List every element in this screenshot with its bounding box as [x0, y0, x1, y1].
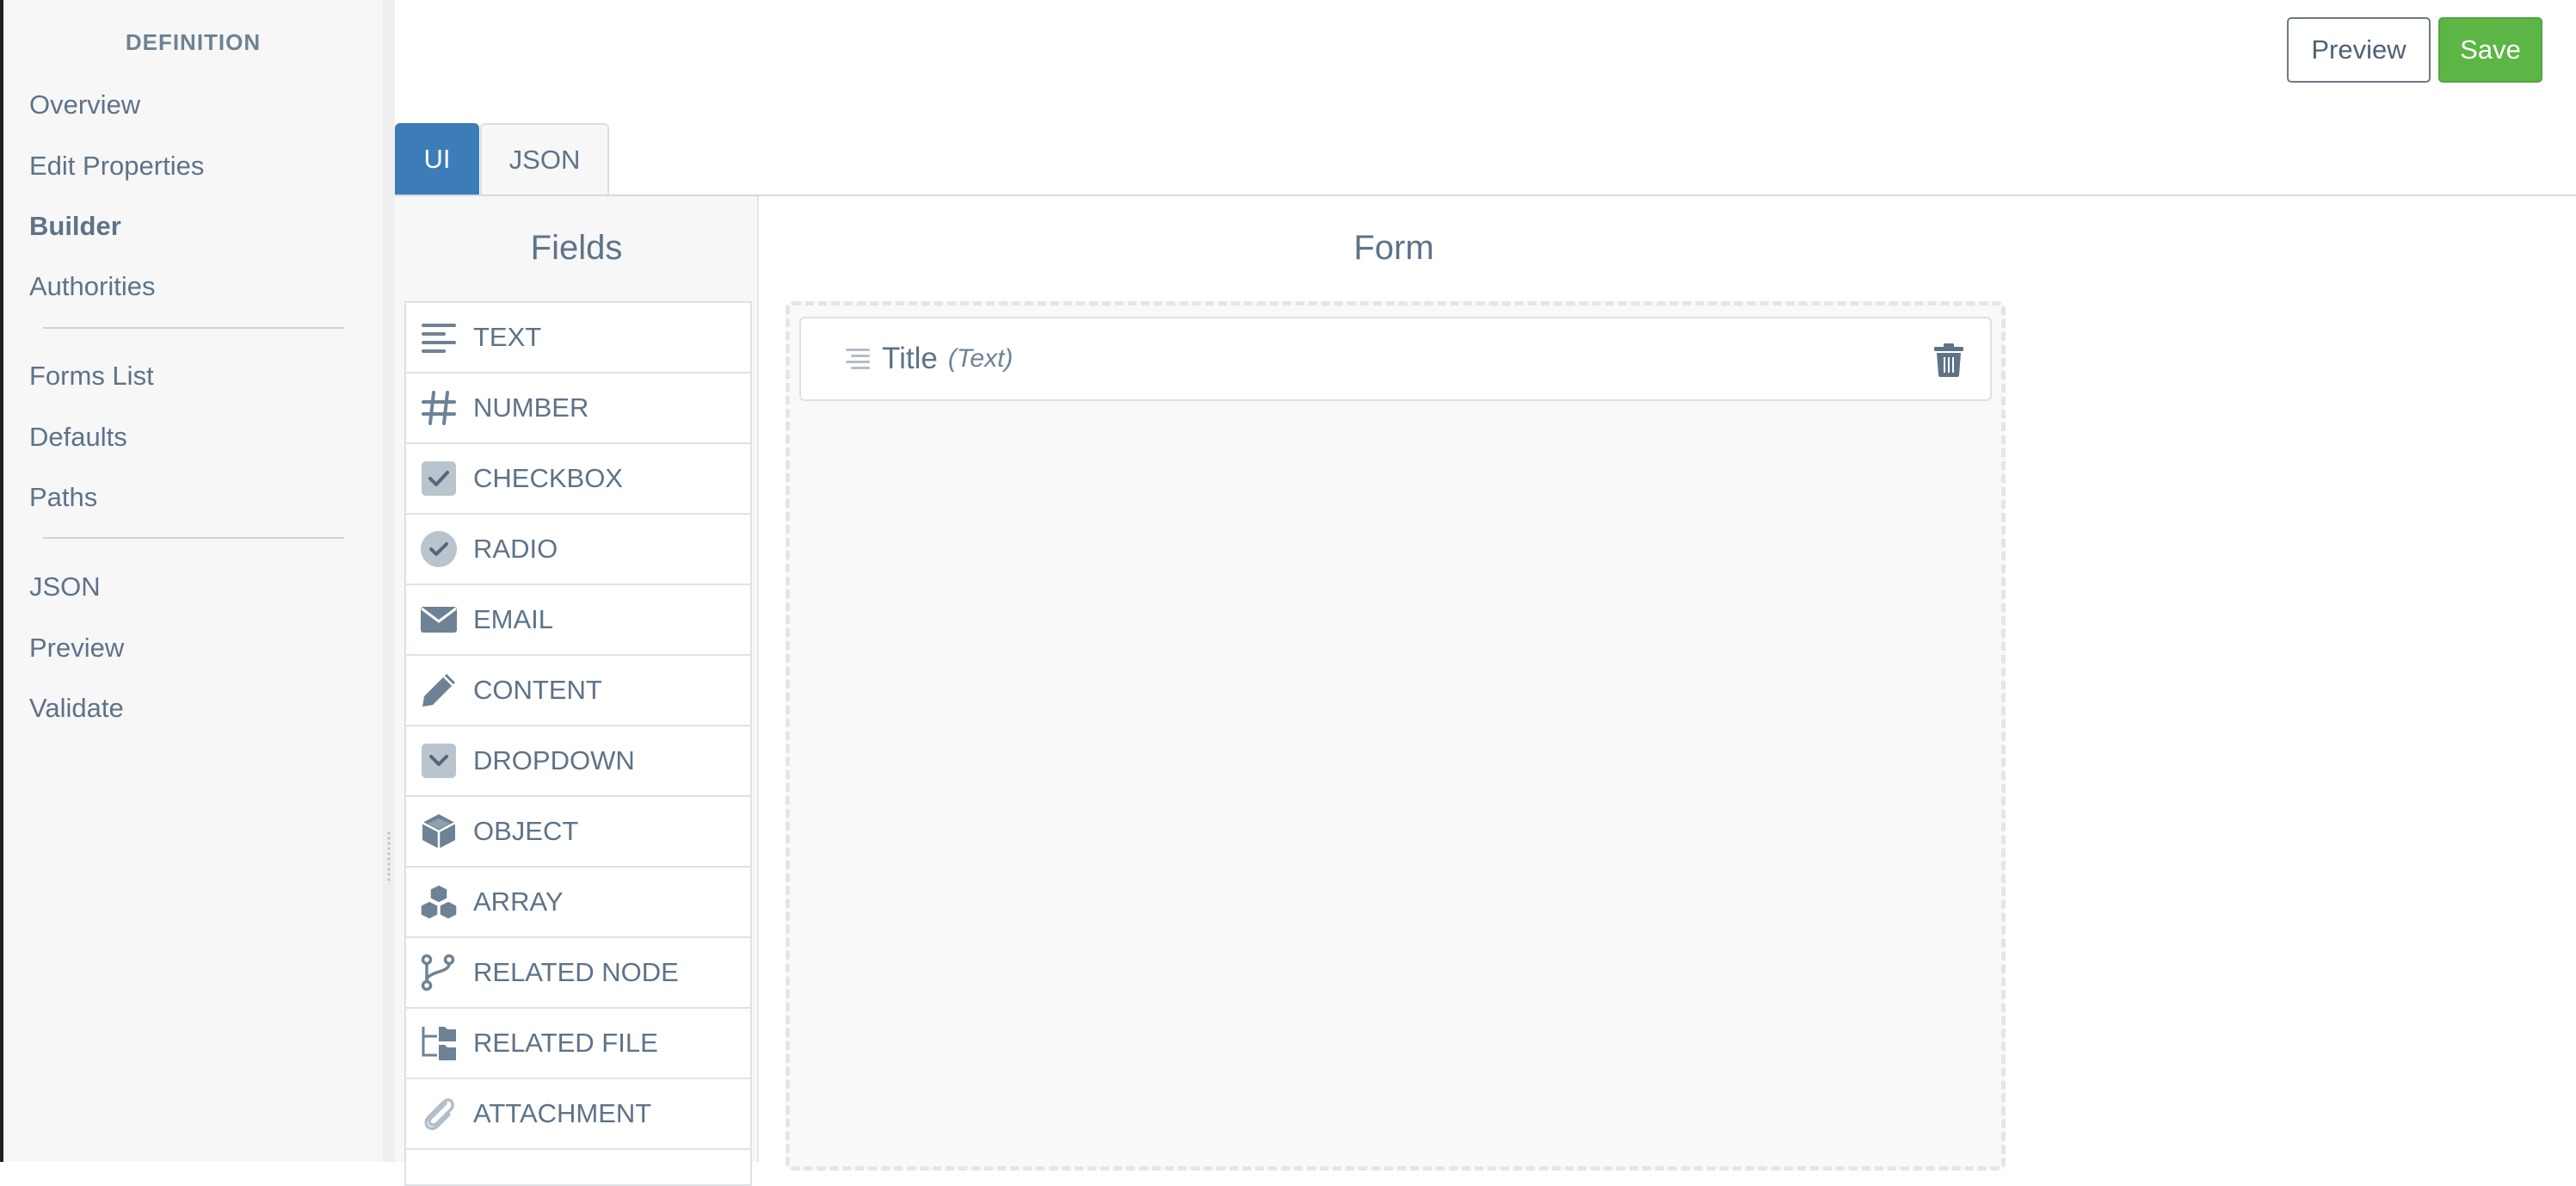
trash-icon[interactable] [1933, 343, 1964, 377]
field-type-email[interactable]: EMAIL [406, 585, 750, 656]
cube-icon [420, 812, 458, 850]
tab-json[interactable]: JSON [480, 123, 609, 195]
paperclip-icon [420, 1095, 458, 1133]
panel-divider [757, 196, 759, 1162]
branch-icon [420, 954, 458, 991]
tab-ui[interactable]: UI [395, 123, 479, 195]
field-type-radio[interactable]: RADIO [406, 515, 750, 585]
field-type-object[interactable]: OBJECT [406, 797, 750, 868]
sidebar-item-defaults[interactable]: Defaults [29, 422, 127, 453]
form-field-type: (Text) [947, 344, 1014, 373]
sidebar-item-validate[interactable]: Validate [29, 693, 124, 724]
pencil-icon [420, 671, 458, 709]
sidebar-item-authorities[interactable]: Authorities [29, 271, 155, 302]
sidebar-item-edit-properties[interactable]: Edit Properties [29, 151, 204, 182]
text-lines-icon [420, 318, 458, 356]
drag-handle-icon[interactable] [844, 345, 872, 373]
form-field-title: Title [882, 342, 938, 375]
field-type-label: CONTENT [473, 675, 602, 705]
sidebar-item-forms-list[interactable]: Forms List [29, 361, 154, 392]
sidebar-heading: DEFINITION [125, 29, 262, 55]
field-type-label: RADIO [473, 534, 558, 564]
field-type-attachment[interactable]: ATTACHMENT [406, 1079, 750, 1150]
sidebar-item-builder[interactable]: Builder [29, 211, 121, 242]
dropdown-icon [420, 742, 458, 780]
field-type-checkbox[interactable]: CHECKBOX [406, 444, 750, 515]
envelope-icon [420, 601, 458, 639]
field-type-label: CHECKBOX [473, 463, 623, 493]
field-type-text[interactable]: TEXT [406, 303, 750, 374]
radio-check-icon [420, 530, 458, 568]
form-field-row[interactable]: Title (Text) [799, 317, 1992, 401]
save-button[interactable]: Save [2438, 17, 2542, 83]
field-type-label: EMAIL [473, 604, 554, 634]
field-type-label: OBJECT [473, 816, 579, 846]
folder-tree-icon [420, 1024, 458, 1062]
field-type-label: RELATED NODE [473, 957, 679, 987]
preview-button[interactable]: Preview [2287, 17, 2431, 83]
field-type-label: NUMBER [473, 392, 589, 423]
sidebar-divider [43, 537, 344, 539]
field-type-number[interactable]: NUMBER [406, 374, 750, 444]
form-drop-zone[interactable] [786, 301, 2006, 1171]
sidebar-item-paths[interactable]: Paths [29, 482, 97, 513]
field-type-label: ATTACHMENT [473, 1098, 652, 1128]
sidebar-item-overview[interactable]: Overview [29, 90, 140, 120]
sidebar-item-preview[interactable]: Preview [29, 633, 124, 664]
field-type-content[interactable]: CONTENT [406, 656, 750, 726]
field-type-partial[interactable] [406, 1150, 750, 1186]
field-palette: TEXT NUMBER CHECKBOX RADIO EMAIL CONTENT [404, 301, 752, 1186]
field-type-related-node[interactable]: RELATED NODE [406, 938, 750, 1009]
sidebar-resizer[interactable] [383, 0, 395, 1162]
sidebar-divider [43, 327, 344, 329]
field-type-dropdown[interactable]: DROPDOWN [406, 726, 750, 797]
field-type-label: DROPDOWN [473, 745, 635, 775]
checkbox-icon [420, 460, 458, 497]
field-type-related-file[interactable]: RELATED FILE [406, 1009, 750, 1079]
field-type-label: RELATED FILE [473, 1028, 658, 1058]
resize-grip-icon[interactable] [386, 831, 391, 884]
field-type-label: TEXT [473, 322, 542, 352]
field-type-array[interactable]: ARRAY [406, 868, 750, 938]
cubes-icon [420, 883, 458, 921]
field-type-label: ARRAY [473, 886, 564, 917]
hash-icon [420, 389, 458, 427]
fields-title: Fields [530, 229, 623, 267]
form-title: Form [1353, 229, 1434, 267]
sidebar-item-json[interactable]: JSON [29, 571, 101, 602]
